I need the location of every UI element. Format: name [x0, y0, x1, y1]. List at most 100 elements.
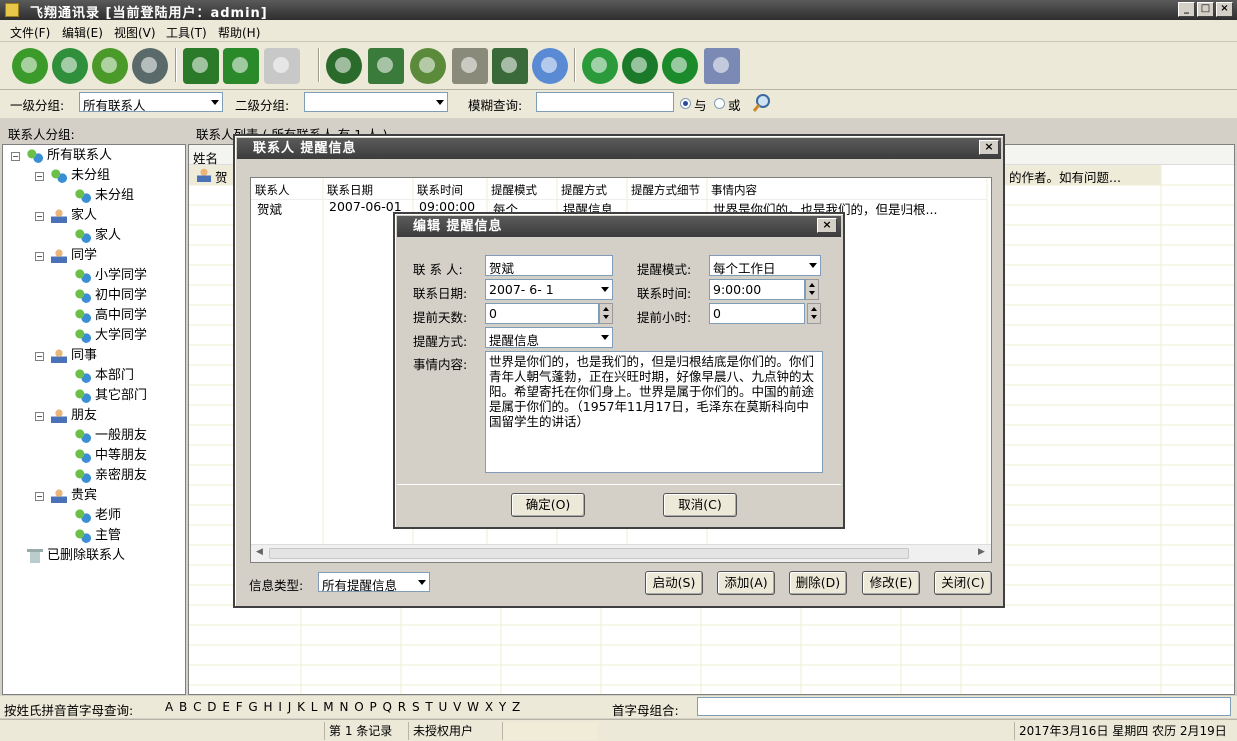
hours-input[interactable]: 0 [709, 303, 805, 324]
group2-select[interactable] [304, 92, 448, 112]
modify-button[interactable]: 修改(E) [862, 571, 920, 595]
horizontal-scrollbar[interactable]: ◀ ▶ [251, 544, 991, 562]
group1-select[interactable]: 所有联系人 [79, 92, 223, 112]
group-icon [27, 149, 43, 163]
menu-edit[interactable]: 编辑(E) [62, 24, 103, 41]
scroll-thumb[interactable] [269, 548, 909, 559]
content-textarea[interactable]: 世界是你们的，也是我们的，但是归根结底是你们的。你们青年人朝气蓬勃，正在兴旺时期… [485, 351, 823, 473]
menu-view[interactable]: 视图(V) [114, 24, 156, 41]
notes-icon[interactable] [452, 48, 488, 84]
scroll-right-icon[interactable]: ▶ [978, 547, 985, 557]
search-icon[interactable] [326, 48, 362, 84]
chevron-down-icon [211, 100, 219, 105]
dialog1-close-action-button[interactable]: 关闭(C) [934, 571, 992, 595]
time-input[interactable]: 9:00:00 [709, 279, 805, 300]
hours-stepper[interactable] [807, 303, 821, 324]
tree-item-label: 小学同学 [95, 268, 148, 283]
info-type-value: 所有提醒信息 [322, 578, 398, 592]
group-icon [75, 269, 91, 283]
start-button[interactable]: 启动(S) [645, 571, 703, 595]
print-icon[interactable] [264, 48, 300, 84]
cancel-button[interactable]: 取消(C) [663, 493, 737, 517]
info-type-label: 信息类型: [249, 578, 304, 593]
tree-item-label: 贵宾 [71, 488, 98, 503]
contact-icon [197, 168, 211, 182]
tree-item-label: 同事 [71, 348, 98, 363]
trash-icon [27, 549, 43, 563]
minimize-button[interactable]: _ [1178, 2, 1195, 17]
column-header[interactable]: 事情内容 [711, 182, 757, 198]
reminder-clock-icon[interactable] [410, 48, 446, 84]
column-header[interactable]: 提醒方式细节 [631, 182, 700, 198]
delete-contact-icon[interactable] [92, 48, 128, 84]
days-stepper[interactable] [599, 303, 613, 324]
dialog2-close-button[interactable]: × [817, 218, 837, 233]
toolbar-separator [574, 48, 576, 82]
import-icon[interactable] [183, 48, 219, 84]
method-select[interactable]: 提醒信息 [485, 327, 613, 348]
add-contact-icon[interactable] [12, 48, 48, 84]
column-header[interactable]: 联系时间 [417, 182, 463, 198]
status-bar: 第 1 条记录 未授权用户 2017年3月16日 星期四 农历 2月19日 [0, 719, 1237, 741]
content-label: 事情内容: [413, 357, 468, 372]
tree-expand-toggle[interactable]: − [35, 252, 44, 261]
tree-expand-toggle[interactable]: − [11, 152, 20, 161]
export-icon[interactable] [223, 48, 259, 84]
calendar-icon[interactable] [368, 48, 404, 84]
statistics-icon[interactable] [532, 48, 568, 84]
menu-tools[interactable]: 工具(T) [166, 24, 207, 41]
magnifier-icon[interactable] [752, 93, 772, 113]
info-type-select[interactable]: 所有提醒信息 [318, 572, 430, 592]
time-stepper[interactable] [805, 279, 819, 300]
folder-icon [51, 169, 67, 183]
column-header[interactable]: 联系人 [255, 182, 290, 198]
scroll-left-icon[interactable]: ◀ [256, 547, 263, 557]
fuzzy-label: 模糊查询: [468, 98, 523, 113]
group2-label: 二级分组: [235, 98, 290, 113]
menu-file[interactable]: 文件(F) [10, 24, 50, 41]
method-value: 提醒信息 [489, 333, 540, 348]
chevron-down-icon [601, 335, 609, 340]
and-radio[interactable] [680, 98, 691, 109]
alpha-letters[interactable]: A B C D E F G H I J K L M N O P Q R S T … [165, 700, 520, 714]
add-button[interactable]: 添加(A) [717, 571, 775, 595]
date-picker[interactable]: 2007- 6- 1 [485, 279, 613, 300]
tree-item-label: 老师 [95, 508, 122, 523]
fuzzy-search-input[interactable] [536, 92, 674, 112]
dialog1-close-button[interactable]: × [979, 140, 999, 155]
table-cell: 贺斌 [257, 202, 283, 217]
tree-expand-toggle[interactable]: − [35, 352, 44, 361]
toolbar-separator [318, 48, 320, 82]
status-records: 第 1 条记录 [324, 722, 406, 740]
tree-expand-toggle[interactable]: − [35, 212, 44, 221]
tree-expand-toggle[interactable]: − [35, 412, 44, 421]
menu-help[interactable]: 帮助(H) [218, 24, 260, 41]
column-header[interactable]: 提醒模式 [491, 182, 537, 198]
refresh-icon[interactable] [132, 48, 168, 84]
ok-button[interactable]: 确定(O) [511, 493, 585, 517]
app-icon [5, 3, 19, 17]
mode-value: 每个工作日 [713, 261, 776, 276]
help-icon[interactable] [622, 48, 658, 84]
tree-expand-toggle[interactable]: − [35, 172, 44, 181]
edit-contact-icon[interactable] [52, 48, 88, 84]
maximize-button[interactable]: □ [1197, 2, 1214, 17]
edit-reminder-dialog: 编辑 提醒信息 × 联 系 人: 贺斌 提醒模式: 每个工作日 联系日期: 20… [393, 212, 845, 529]
column-header[interactable]: 提醒方式 [561, 182, 607, 198]
delete-button[interactable]: 删除(D) [789, 571, 847, 595]
exit-icon[interactable] [704, 48, 740, 84]
close-button[interactable]: × [1216, 2, 1233, 17]
settings-icon[interactable] [492, 48, 528, 84]
info-icon[interactable] [662, 48, 698, 84]
backup-icon[interactable] [582, 48, 618, 84]
initials-input[interactable] [697, 697, 1231, 716]
column-header[interactable]: 联系日期 [327, 182, 373, 198]
days-input[interactable]: 0 [485, 303, 599, 324]
date-value: 2007- 6- 1 [489, 282, 554, 297]
dialog1-title: 联系人 提醒信息 [237, 138, 1001, 159]
filter-bar: 一级分组: 所有联系人 二级分组: 模糊查询: 与 或 [0, 90, 1237, 118]
tree-expand-toggle[interactable]: − [35, 492, 44, 501]
contact-input[interactable]: 贺斌 [485, 255, 613, 276]
or-radio[interactable] [714, 98, 725, 109]
mode-select[interactable]: 每个工作日 [709, 255, 821, 276]
